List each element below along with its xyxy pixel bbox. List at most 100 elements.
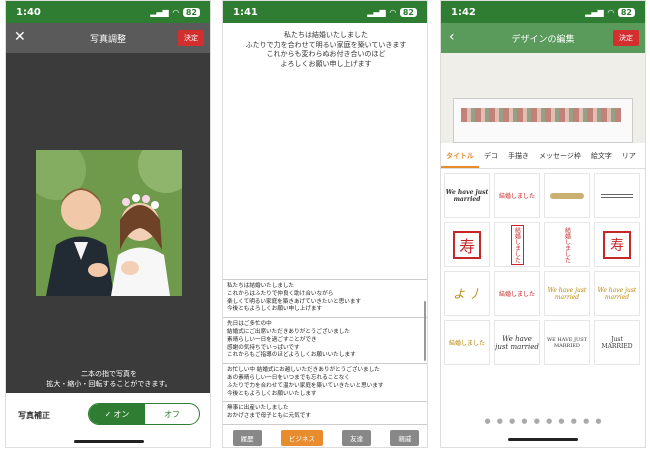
confirm-button[interactable]: 決定 <box>178 30 204 46</box>
sticker-text: We have just married <box>445 188 489 203</box>
sticker-text: 結婚しました <box>510 224 524 265</box>
status-time: 1:41 <box>233 6 258 18</box>
template-line: ふたりで力を合わせて温かい家庭を築いていきたいと思います <box>227 382 384 389</box>
template-item[interactable]: 先日はご多忙の中 結婚式にご出席いただきありがとうございました 素晴らしい一日を… <box>223 318 427 365</box>
battery-icon: 82 <box>399 7 417 17</box>
message-line: ふたりで力を合わせて明るい家庭を築いていきます <box>245 40 407 49</box>
sticker-text: WE HAVE JUST MARRIED <box>547 336 587 349</box>
wedding-photo[interactable] <box>36 150 182 296</box>
sticker-item[interactable]: Just MARRIED <box>594 320 640 365</box>
photo-adjust-screen: 1:40 ▂▄▆ ◠ 82 ✕ 写真調整 決定 二本の指で写真を 拡大・縮小・回… <box>5 0 211 448</box>
template-line: あの素晴らしい一日をいつまでも忘れることなく <box>227 374 350 381</box>
tab-handwritten[interactable]: 手描き <box>503 151 534 161</box>
template-line: これからはふたりで仲良く助け合いながら <box>227 290 334 297</box>
photo-canvas[interactable]: 二本の指で写真を 拡大・縮小・回転することができます。 <box>6 53 210 393</box>
tab-emoji[interactable]: 絵文字 <box>586 151 617 161</box>
template-line: 今後ともよろしくお願いいたします <box>227 390 317 397</box>
sticker-item[interactable]: 結婚しました <box>494 173 540 218</box>
tab-friends[interactable]: 友達 <box>342 429 372 446</box>
template-line: 素晴らしい一日を過ごすことができ <box>227 336 317 343</box>
tab-real[interactable]: リア <box>617 151 641 161</box>
sticker-text: 結婚しました <box>498 291 535 298</box>
toggle-on-option[interactable]: ✓ オン <box>89 404 145 424</box>
page-title: 写真調整 <box>89 34 126 45</box>
template-line: 私たちは結婚いたしました <box>227 283 295 289</box>
wifi-icon: ◠ <box>389 7 396 17</box>
template-item[interactable]: 私たちは結婚いたしました これからはふたりで仲良く助け合いながら 楽しくて明るい… <box>223 280 427 319</box>
nav-bar: ✕ 写真調整 決定 <box>6 23 210 53</box>
hint-line-1: 二本の指で写真を <box>81 370 137 378</box>
status-icons: ▂▄▆ ◠ 82 <box>585 7 635 17</box>
sticker-item[interactable]: We have just married <box>544 271 590 316</box>
sticker-item[interactable]: WE HAVE JUST MARRIED <box>544 320 590 365</box>
signal-icon: ▂▄▆ <box>585 7 604 17</box>
category-tabs: 履歴 ビジネス 友達 親戚 <box>223 426 427 447</box>
sticker-item[interactable]: We have just married <box>444 173 490 218</box>
message-edit-screen: 1:41 ▂▄▆ ◠ 82 私たちは結婚いたしました ふたりで力を合わせて明るい… <box>222 0 428 448</box>
home-indicator <box>508 438 578 441</box>
sticker-item[interactable]: 寿 <box>594 222 640 267</box>
sticker-item[interactable] <box>594 173 640 218</box>
confirm-button[interactable]: 決定 <box>613 30 639 46</box>
sticker-text: 結婚しました <box>498 193 535 200</box>
status-bar: 1:41 ▂▄▆ ◠ 82 <box>223 1 427 23</box>
page-title: デザインの編集 <box>511 34 575 45</box>
sticker-item[interactable]: よ 丿 <box>444 271 490 316</box>
status-icons: ▂▄▆ ◠ 82 <box>367 7 417 17</box>
home-indicator <box>74 440 144 443</box>
sticker-text: 寿 <box>452 230 481 259</box>
sticker-text: We have just married <box>495 334 539 351</box>
tab-history[interactable]: 履歴 <box>232 429 262 446</box>
sticker-item[interactable] <box>544 173 590 218</box>
correction-panel: 写真補正 ✓ オン オフ <box>6 393 210 447</box>
sticker-item[interactable]: 結婚しました <box>444 320 490 365</box>
template-line: 無事に出産いたしました <box>227 405 289 412</box>
sticker-item[interactable]: 結婚しました <box>544 222 590 267</box>
status-time: 1:40 <box>16 6 41 18</box>
hint-line-2: 拡大・縮小・回転することができます。 <box>46 380 172 388</box>
template-item[interactable]: 無事に出産いたしました おかげさまで母子ともに元気です <box>223 402 427 425</box>
sticker-item[interactable]: 寿 <box>444 222 490 267</box>
wifi-icon: ◠ <box>607 7 614 17</box>
toggle-off-option[interactable]: オフ <box>145 404 199 424</box>
sticker-item[interactable]: We have just married <box>594 271 640 316</box>
sticker-text: We have just married <box>597 286 637 301</box>
couple-illustration <box>36 150 182 296</box>
sticker-text: 結婚しました <box>563 226 571 263</box>
sticker-text: よ 丿 <box>453 287 481 301</box>
signal-icon: ▂▄▆ <box>150 7 169 17</box>
scrollbar[interactable] <box>424 301 426 361</box>
close-icon[interactable]: ✕ <box>14 29 26 45</box>
template-list[interactable]: 私たちは結婚いたしました これからはふたりで仲良く助け合いながら 楽しくて明るい… <box>223 279 427 425</box>
page-indicator[interactable]: ● ● ● ● ● ● ● ● ● ● <box>441 417 645 425</box>
template-item[interactable]: お忙しい中 結婚式にお越しいただきありがとうございました あの素晴らしい一日をい… <box>223 364 427 403</box>
status-bar: 1:40 ▂▄▆ ◠ 82 <box>6 1 210 23</box>
sticker-text: 寿 <box>603 230 631 259</box>
card-preview[interactable] <box>441 53 645 143</box>
sticker-item[interactable]: 結婚しました <box>494 222 540 267</box>
tab-business[interactable]: ビジネス <box>280 429 323 446</box>
signal-icon: ▂▄▆ <box>367 7 386 17</box>
template-line: おかげさまで母子ともに元気です <box>227 413 311 420</box>
back-icon[interactable]: ‹ <box>449 29 455 45</box>
tab-message-frame[interactable]: メッセージ枠 <box>534 151 586 161</box>
sticker-category-tabs: タイトル デコ 手描き メッセージ枠 絵文字 リア <box>441 143 645 169</box>
card-pattern <box>461 108 621 122</box>
toggle-on-label: オン <box>113 409 130 419</box>
sticker-item[interactable]: 結婚しました <box>494 271 540 316</box>
tab-deco[interactable]: デコ <box>479 151 503 161</box>
sticker-item[interactable]: We have just married <box>494 320 540 365</box>
gesture-hint: 二本の指で写真を 拡大・縮小・回転することができます。 <box>6 369 210 389</box>
template-line: お忙しい中 結婚式にお越しいただきありがとうございました <box>227 367 380 374</box>
tab-title[interactable]: タイトル <box>441 151 479 168</box>
check-icon: ✓ <box>104 409 112 419</box>
template-line: 今後ともよろしくお願い申し上げます <box>227 306 323 313</box>
template-line: これからもご指導のほどよろしくお願いいたします <box>227 352 356 359</box>
tab-relatives[interactable]: 親戚 <box>390 429 420 446</box>
correction-toggle[interactable]: ✓ オン オフ <box>88 403 200 425</box>
message-text-area[interactable]: 私たちは結婚いたしました ふたりで力を合わせて明るい家庭を築いていきます これか… <box>223 23 427 69</box>
status-icons: ▂▄▆ ◠ 82 <box>150 7 200 17</box>
design-edit-screen: 1:42 ▂▄▆ ◠ 82 ‹ デザインの編集 決定 タイトル デコ 手描き メ… <box>440 0 646 448</box>
template-line: 先日はご多忙の中 <box>227 321 272 328</box>
wifi-icon: ◠ <box>172 7 179 17</box>
